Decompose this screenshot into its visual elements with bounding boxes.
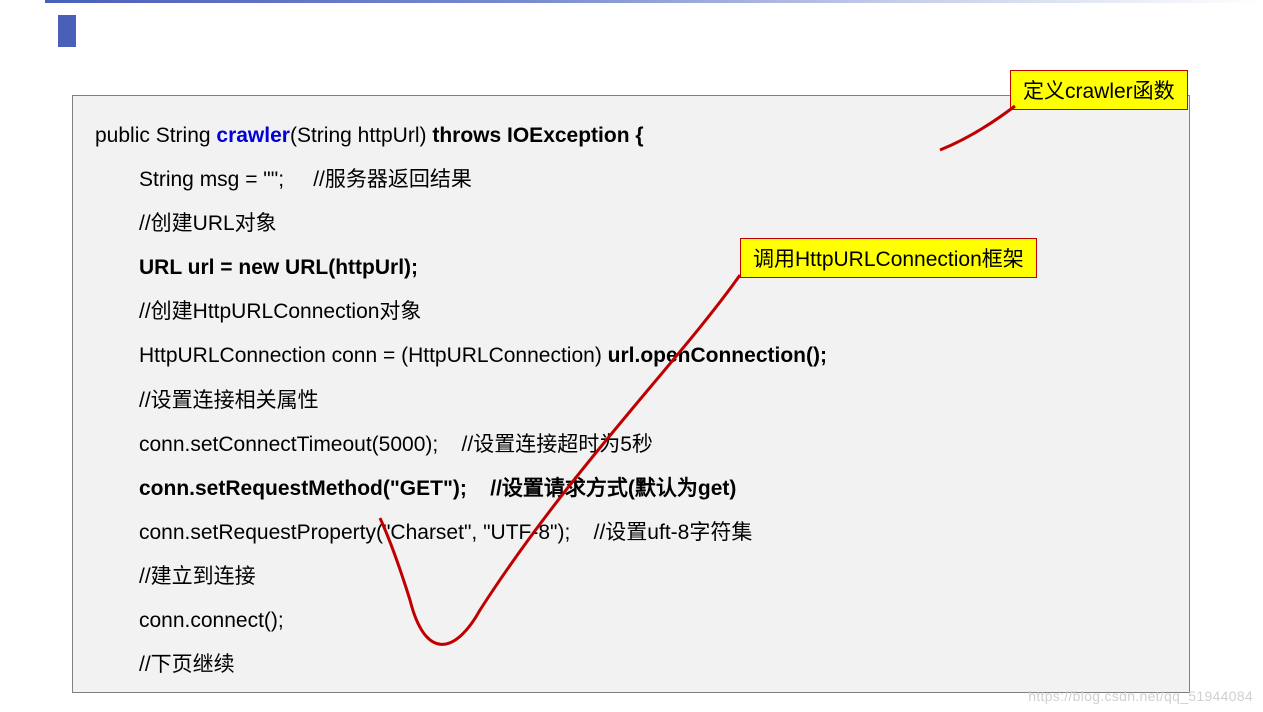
title-accent-bar — [58, 15, 76, 47]
code-line-2: String msg = ""; //服务器返回结果 — [139, 158, 1167, 202]
text-plain: HttpURLConnection conn = (HttpURLConnect… — [139, 344, 608, 367]
text-bold: url.openConnection(); — [608, 344, 827, 367]
code-line-11: //建立到连接 — [139, 555, 1167, 599]
annotation-define-crawler: 定义crawler函数 — [1010, 70, 1188, 110]
code-line-12: conn.connect(); — [139, 599, 1167, 643]
top-accent-gradient — [45, 0, 1263, 3]
code-line-8: conn.setConnectTimeout(5000); //设置连接超时为5… — [139, 423, 1167, 467]
text-plain: public String — [95, 124, 216, 147]
code-line-9: conn.setRequestMethod("GET"); //设置请求方式(默… — [139, 467, 1167, 511]
text-bold: throws IOException { — [432, 124, 643, 147]
text-plain: (String httpUrl) — [290, 124, 432, 147]
code-container: public String crawler(String httpUrl) th… — [72, 95, 1190, 693]
code-line-5: //创建HttpURLConnection对象 — [139, 290, 1167, 334]
text-keyword: crawler — [216, 124, 290, 147]
code-line-10: conn.setRequestProperty("Charset", "UTF-… — [139, 511, 1167, 555]
code-line-1: public String crawler(String httpUrl) th… — [95, 114, 1167, 158]
code-line-7: //设置连接相关属性 — [139, 379, 1167, 423]
watermark-text: https://blog.csdn.net/qq_51944084 — [1028, 688, 1253, 704]
code-line-13: //下页继续 — [139, 643, 1167, 687]
code-line-6: HttpURLConnection conn = (HttpURLConnect… — [139, 334, 1167, 378]
annotation-call-httpurlconnection: 调用HttpURLConnection框架 — [740, 238, 1037, 278]
